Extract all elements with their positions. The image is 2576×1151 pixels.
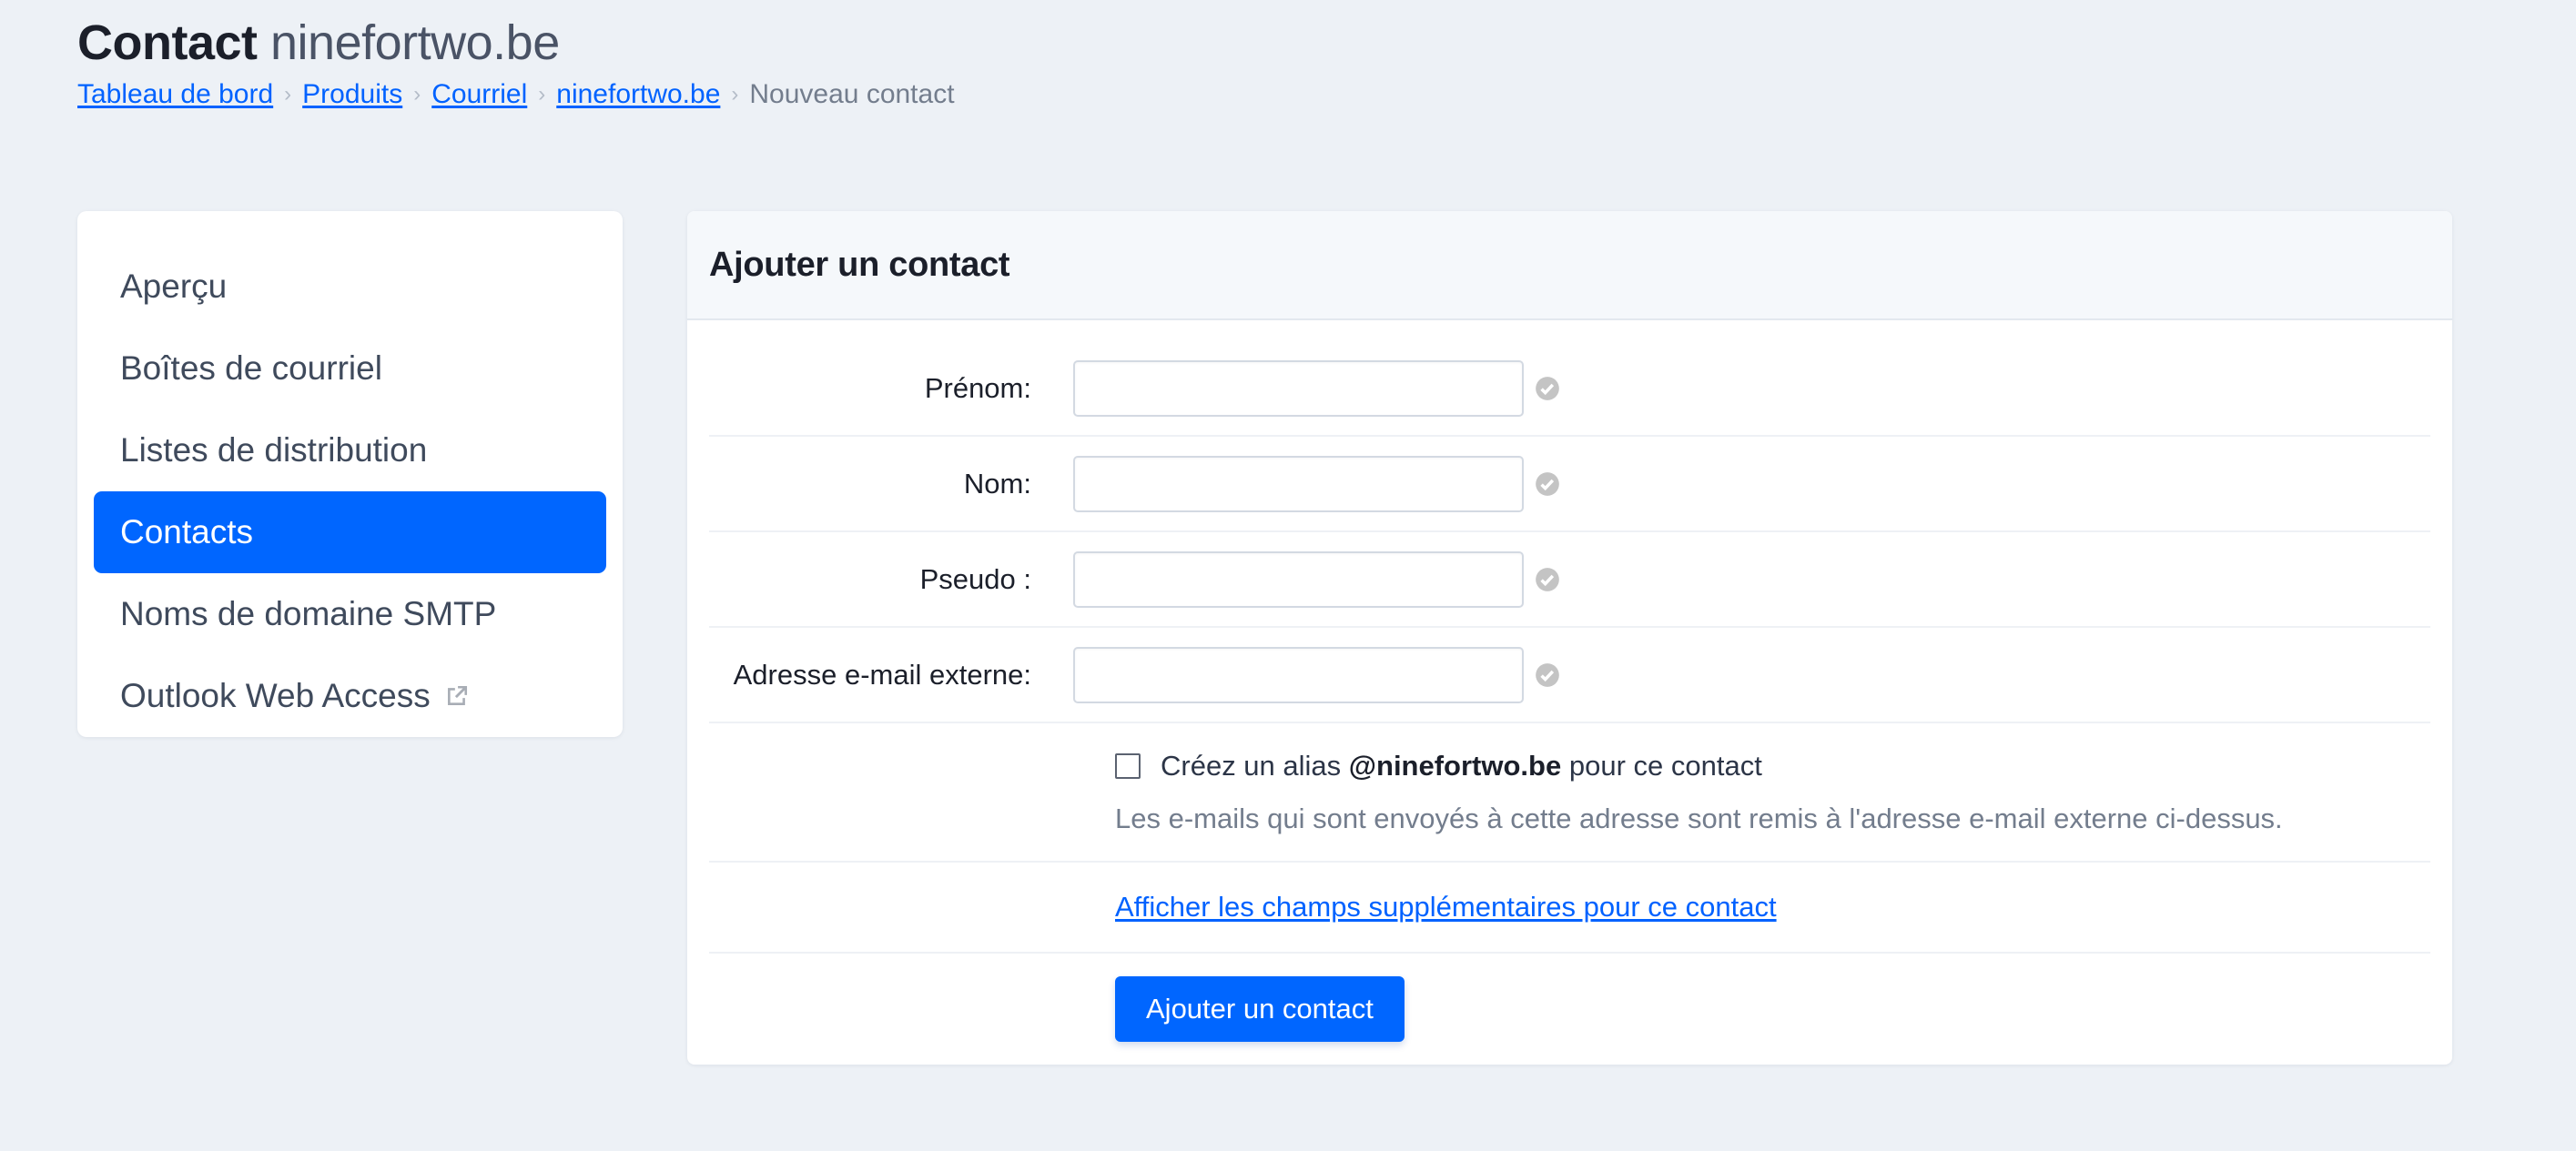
external-email-label: Adresse e-mail externe: [733, 658, 1031, 691]
alias-help-text: Les e-mails qui sont envoyés à cette adr… [1115, 802, 2283, 834]
valid-check-icon [1536, 567, 1559, 591]
first-name-label: Prénom: [924, 371, 1031, 404]
alias-option[interactable]: Créez un alias @ninefortwo.be pour ce co… [1115, 750, 1762, 782]
external-link-icon [447, 685, 467, 705]
add-contact-card: Ajouter un contact Prénom: Nom: Pseudo : [687, 211, 2452, 1065]
sidebar-item-label: Aperçu [120, 268, 228, 305]
sidebar-item-smtp-domains[interactable]: Noms de domaine SMTP [94, 573, 606, 655]
breadcrumb-separator: › [413, 82, 421, 106]
external-email-input[interactable] [1073, 646, 1524, 703]
valid-check-icon [1536, 662, 1559, 687]
form-row-external-email: Adresse e-mail externe: [709, 628, 2430, 723]
form-row-alias: Créez un alias @ninefortwo.be pour ce co… [709, 723, 2430, 863]
sidebar-item-distribution-lists[interactable]: Listes de distribution [94, 409, 606, 491]
sidebar-nav: Aperçu Boîtes de courriel Listes de dist… [77, 211, 623, 737]
nickname-input[interactable] [1073, 550, 1524, 608]
page-title: Contact ninefortwo.be [77, 13, 560, 73]
sidebar-item-contacts[interactable]: Contacts [94, 491, 606, 573]
sidebar-item-label: Listes de distribution [120, 431, 428, 469]
breadcrumb-dashboard[interactable]: Tableau de bord [77, 76, 273, 113]
breadcrumb-separator: › [731, 82, 739, 106]
last-name-input[interactable] [1073, 455, 1524, 512]
sidebar-item-outlook-web-access[interactable]: Outlook Web Access [94, 655, 606, 737]
add-contact-form: Prénom: Nom: Pseudo : Adresse e-mail ext… [687, 320, 2452, 1065]
form-row-submit: Ajouter un contact [709, 954, 2430, 1065]
form-row-last-name: Nom: [709, 437, 2430, 532]
breadcrumb-email[interactable]: Courriel [431, 76, 527, 113]
valid-check-icon [1536, 471, 1559, 496]
breadcrumb-current: Nouveau contact [749, 79, 955, 109]
alias-suffix: pour ce contact [1568, 749, 1762, 782]
form-row-nickname: Pseudo : [709, 532, 2430, 628]
breadcrumb-separator: › [538, 82, 546, 106]
sidebar-item-mailboxes[interactable]: Boîtes de courriel [94, 328, 606, 409]
breadcrumb-products[interactable]: Produits [302, 76, 402, 113]
add-contact-button[interactable]: Ajouter un contact [1115, 976, 1405, 1042]
nickname-label: Pseudo : [919, 562, 1031, 595]
breadcrumb-separator: › [284, 82, 292, 106]
form-row-extra-fields: Afficher les champs supplémentaires pour… [709, 863, 2430, 954]
alias-prefix: Créez un alias [1161, 749, 1342, 782]
sidebar-item-label: Contacts [120, 513, 254, 550]
breadcrumb-domain[interactable]: ninefortwo.be [556, 76, 720, 113]
sidebar-item-label: Outlook Web Access [120, 677, 431, 714]
alias-checkbox[interactable] [1115, 752, 1141, 779]
last-name-label: Nom: [963, 467, 1031, 500]
breadcrumb: Tableau de bord › Produits › Courriel › … [77, 76, 955, 113]
show-extra-fields-link[interactable]: Afficher les champs supplémentaires pour… [1115, 891, 1777, 924]
valid-check-icon [1536, 376, 1559, 400]
page-title-domain: ninefortwo.be [270, 15, 560, 70]
sidebar-item-label: Noms de domaine SMTP [120, 595, 497, 632]
card-title: Ajouter un contact [687, 211, 2452, 320]
sidebar-item-overview[interactable]: Aperçu [94, 246, 606, 328]
sidebar-item-label: Boîtes de courriel [120, 349, 382, 387]
form-row-first-name: Prénom: [709, 320, 2430, 437]
page-title-type: Contact [77, 15, 258, 70]
first-name-input[interactable] [1073, 359, 1524, 417]
alias-domain: @ninefortwo.be [1348, 749, 1562, 782]
